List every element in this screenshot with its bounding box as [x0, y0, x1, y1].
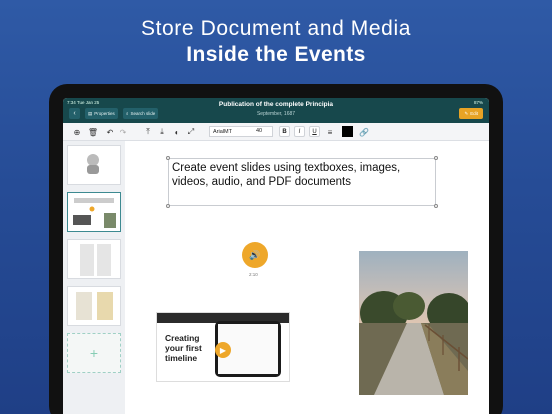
resize-handle[interactable] — [434, 156, 438, 160]
underline-button[interactable]: U — [309, 126, 320, 137]
image-element[interactable] — [359, 251, 468, 395]
add-icon[interactable]: ⊕ — [71, 126, 83, 138]
video-element[interactable]: Creating your first timeline ▶ — [156, 312, 290, 382]
speaker-icon: 🔊 — [249, 249, 261, 260]
align-left-icon[interactable]: ≡ — [324, 126, 336, 138]
bring-forward-icon[interactable]: ⤒ — [142, 126, 154, 138]
edit-icon: ✎ — [464, 110, 469, 116]
plus-icon: + — [89, 345, 99, 361]
chevron-left-icon: ‹ — [73, 110, 76, 117]
edit-label: Edit — [470, 111, 478, 116]
hero-title: Store Document and Media — [140, 17, 412, 40]
edit-button[interactable]: ✎ Edit — [459, 108, 483, 119]
play-icon[interactable]: ▶ — [215, 342, 231, 358]
search-icon: ⌕ — [126, 111, 129, 116]
format-toolbar: ⊕ 🗑 ↶ ↷ ⤒ ⤓ ◐ ⤢ ArialMT 40 B I U ≡ 🔗 — [63, 123, 489, 141]
document-page-icon — [80, 244, 111, 276]
properties-button[interactable]: ▤ Properties — [85, 108, 118, 119]
hero-subtitle: Inside the Events — [186, 43, 366, 66]
slide-thumbnail[interactable] — [67, 145, 121, 185]
font-select[interactable]: ArialMT — [209, 126, 273, 137]
document-page-icon — [76, 292, 113, 320]
redo-icon[interactable]: ↷ — [117, 126, 129, 138]
landscape-photo — [359, 251, 468, 395]
resize-handle[interactable] — [166, 156, 170, 160]
resize-handle[interactable] — [166, 204, 170, 208]
font-size-field[interactable]: 40 — [256, 128, 262, 134]
properties-label: Properties — [94, 111, 115, 116]
audio-play-button[interactable]: 🔊 — [242, 242, 268, 268]
resize-handle[interactable] — [434, 204, 438, 208]
tablet-frame: 7:34 Tue Jan 25 87% Publication of the c… — [49, 84, 503, 414]
document-title: Publication of the complete Principia — [218, 101, 334, 108]
undo-icon[interactable]: ↶ — [104, 126, 116, 138]
search-slide-label: Search slide — [130, 111, 156, 116]
back-button[interactable]: ‹ — [69, 108, 80, 119]
slide-thumbnails: + — [63, 141, 125, 414]
portrait-icon — [87, 154, 99, 174]
top-bar: 7:34 Tue Jan 25 87% Publication of the c… — [63, 98, 489, 123]
search-slide-button[interactable]: ⌕ Search slide — [123, 108, 159, 119]
slide-preview-icon — [73, 198, 116, 228]
slide-canvas: Create event slides using textboxes, ima… — [125, 141, 489, 414]
slide-thumbnail[interactable] — [67, 286, 121, 326]
italic-button[interactable]: I — [294, 126, 305, 137]
textbox-text: Create event slides using textboxes, ima… — [172, 162, 401, 188]
audio-duration: 2:10 — [249, 272, 258, 277]
fullscreen-icon[interactable]: ⤢ — [185, 126, 197, 138]
text-color-swatch[interactable] — [342, 126, 353, 137]
slide-thumbnail-selected[interactable] — [67, 192, 121, 232]
bold-button[interactable]: B — [279, 126, 290, 137]
properties-icon: ▤ — [88, 110, 93, 116]
video-title: Creating your first timeline — [165, 333, 202, 363]
trash-icon[interactable]: 🗑 — [87, 126, 99, 138]
add-slide-button[interactable]: + — [67, 333, 121, 373]
slide-thumbnail[interactable] — [67, 239, 121, 279]
send-backward-icon[interactable]: ⤓ — [156, 126, 168, 138]
app-screen: 7:34 Tue Jan 25 87% Publication of the c… — [63, 98, 489, 414]
link-icon[interactable]: 🔗 — [358, 126, 370, 138]
slide-textbox[interactable]: Create event slides using textboxes, ima… — [166, 156, 438, 208]
contrast-icon[interactable]: ◐ — [171, 126, 183, 138]
